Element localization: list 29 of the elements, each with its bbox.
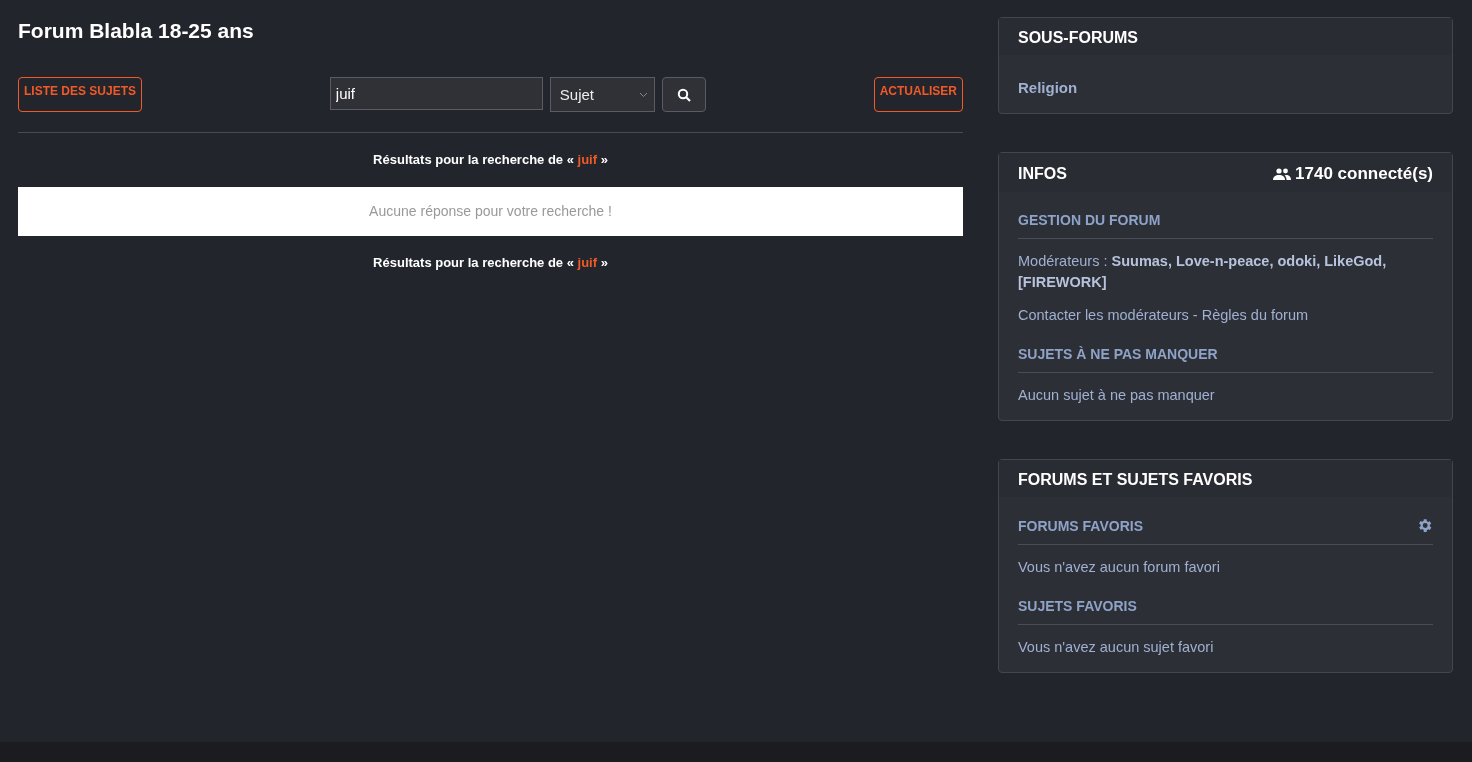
- search-icon: [676, 87, 691, 102]
- subforum-link[interactable]: Religion: [1018, 79, 1078, 96]
- info-text: Vous n'avez aucun forum favori: [1018, 559, 1220, 575]
- section-heading: SUJETS FAVORIS: [1018, 598, 1137, 614]
- results-caption: Résultats pour la recherche de « juif »: [373, 152, 608, 167]
- forum-title: Forum Blabla 18-25 ans: [18, 19, 255, 44]
- settings-icon[interactable]: [1416, 517, 1433, 534]
- card-title: SOUS-FORUMS: [1018, 29, 1138, 47]
- results-caption: Résultats pour la recherche de « juif »: [373, 255, 608, 270]
- card-title: FORUMS ET SUJETS FAVORIS: [1018, 471, 1253, 489]
- card-title: INFOS: [1018, 165, 1067, 183]
- section-heading: SUJETS À NE PAS MANQUER: [1018, 346, 1218, 362]
- search-type-select[interactable]: Sujet: [549, 77, 655, 112]
- forum-link[interactable]: Règles du forum: [1201, 307, 1309, 323]
- info-text: Modérateurs : Suumas, Love-n-peace, odoki, LikeGod, [FIREWORK]: [1018, 253, 1387, 290]
- refresh-button[interactable]: ACTUALISER: [873, 77, 963, 112]
- search-button[interactable]: [661, 77, 706, 112]
- online-count: 1740 connecté(s): [1295, 164, 1433, 184]
- section-heading: GESTION DU FORUM: [1018, 212, 1161, 228]
- forum-link[interactable]: Contacter les modérateurs: [1018, 307, 1189, 323]
- no-results-message: Aucune réponse pour votre recherche !: [18, 187, 963, 236]
- section-heading: FORUMS FAVORIS: [1018, 517, 1143, 534]
- info-text: Aucun sujet à ne pas manquer: [1018, 387, 1215, 403]
- users-icon: [1273, 168, 1292, 180]
- link-separator: -: [1192, 307, 1198, 323]
- info-text: Vous n'avez aucun sujet favori: [1018, 639, 1214, 655]
- topic-list-button[interactable]: LISTE DES SUJETS: [18, 77, 143, 112]
- caret-icon: [638, 91, 648, 98]
- search-field[interactable]: juif: [329, 77, 543, 110]
